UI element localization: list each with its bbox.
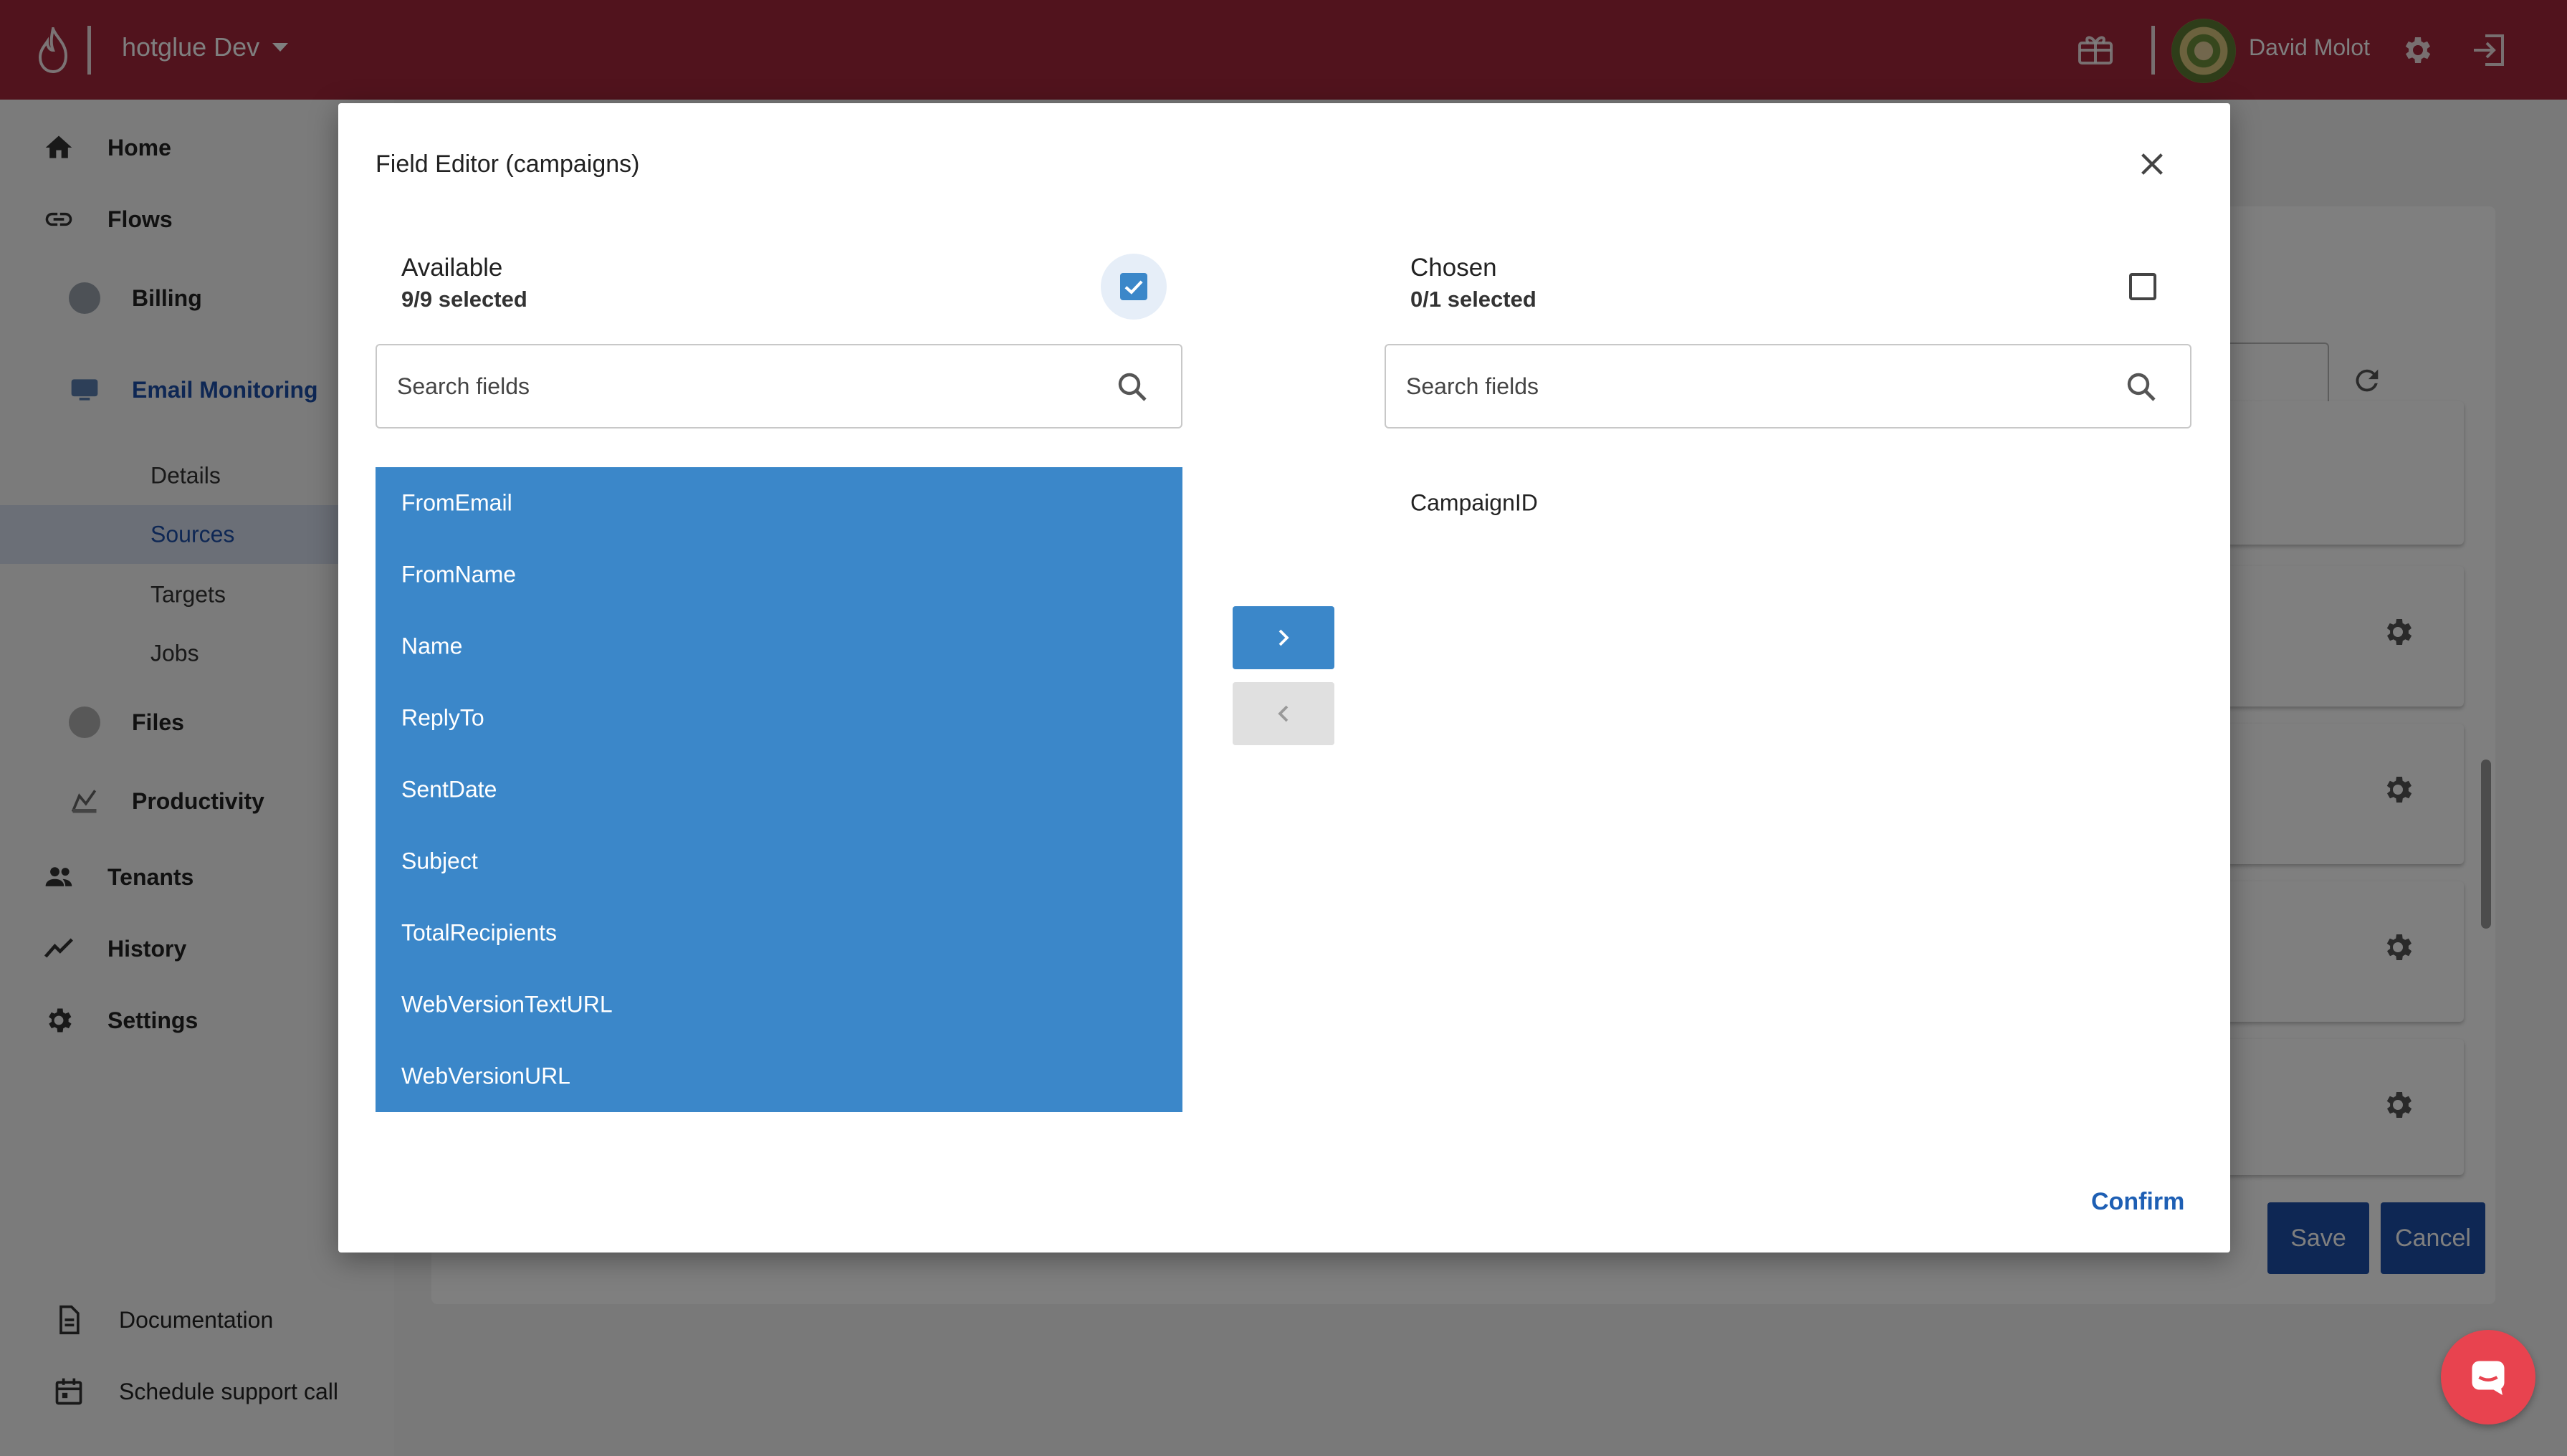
chosen-select-all-checkbox[interactable] <box>2110 254 2176 320</box>
chosen-field-list: CampaignID <box>1385 467 2191 1112</box>
checkbox-unchecked <box>2129 273 2156 300</box>
chosen-selected-count: 0/1 selected <box>1410 287 1536 312</box>
chosen-search-field[interactable] <box>1385 344 2191 428</box>
chevron-left-icon <box>1278 705 1289 722</box>
checkbox-checked <box>1120 273 1147 300</box>
close-icon[interactable] <box>2136 148 2169 181</box>
confirm-button[interactable]: Confirm <box>2091 1188 2184 1216</box>
checkmark-icon <box>1124 280 1143 294</box>
available-select-all-checkbox[interactable] <box>1101 254 1167 320</box>
available-search-field[interactable] <box>376 344 1182 428</box>
list-item[interactable]: TotalRecipients <box>376 897 1182 969</box>
list-item[interactable]: SentDate <box>376 754 1182 825</box>
available-field-list: FromEmail FromName Name ReplyTo SentDate… <box>376 467 1182 1112</box>
chosen-title: Chosen <box>1410 254 1497 282</box>
available-title: Available <box>401 254 503 282</box>
list-item[interactable]: Subject <box>376 825 1182 897</box>
available-search-input[interactable] <box>397 368 1042 404</box>
list-item[interactable]: ReplyTo <box>376 682 1182 754</box>
list-item[interactable]: CampaignID <box>1385 467 2191 539</box>
list-item[interactable]: Name <box>376 610 1182 682</box>
chevron-right-icon <box>1278 629 1289 646</box>
list-item[interactable]: FromName <box>376 539 1182 610</box>
chat-icon <box>2472 1361 2505 1395</box>
search-icon[interactable] <box>2124 370 2159 404</box>
move-right-button[interactable] <box>1233 606 1334 669</box>
dialog-title: Field Editor (campaigns) <box>376 150 640 178</box>
list-item[interactable]: WebVersionTextURL <box>376 969 1182 1040</box>
search-icon[interactable] <box>1115 370 1149 404</box>
list-item[interactable]: WebVersionURL <box>376 1040 1182 1112</box>
field-editor-dialog: Field Editor (campaigns) Available 9/9 s… <box>338 103 2230 1253</box>
list-item[interactable]: FromEmail <box>376 467 1182 539</box>
available-selected-count: 9/9 selected <box>401 287 527 312</box>
chat-launcher-button[interactable] <box>2441 1330 2535 1424</box>
move-left-button[interactable] <box>1233 682 1334 745</box>
chosen-search-input[interactable] <box>1406 368 2051 404</box>
